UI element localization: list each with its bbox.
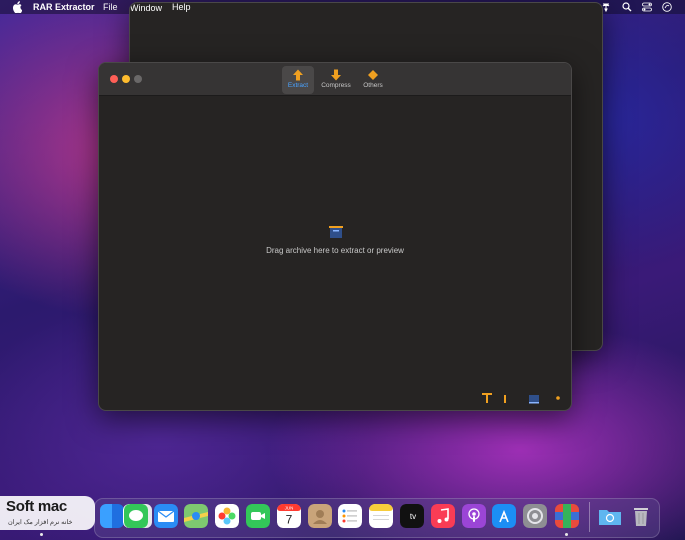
- watermark: Soft mac خانه نرم افزار مک ایران: [0, 496, 95, 530]
- extract-arrow-icon: [293, 69, 303, 81]
- minimize-window-button[interactable]: [122, 75, 130, 83]
- close-window-button[interactable]: [110, 75, 118, 83]
- dock-notes-icon[interactable]: [369, 504, 393, 528]
- menu-bar: RAR Extractor File Window Help: [0, 0, 685, 351]
- app-menu[interactable]: RAR Extractor: [33, 2, 95, 12]
- dock-app-store-icon[interactable]: [492, 504, 516, 528]
- window-titlebar[interactable]: Extract Compress Others: [99, 63, 571, 96]
- dock-calendar-icon[interactable]: JUN 7: [277, 504, 301, 528]
- apple-menu-icon[interactable]: [12, 1, 22, 13]
- tool-icon[interactable]: [481, 392, 493, 404]
- tab-others-label: Others: [363, 82, 383, 89]
- dock-downloads-folder-icon[interactable]: [598, 504, 622, 528]
- tv-label: tv: [410, 512, 416, 521]
- tab-compress-label: Compress: [321, 82, 351, 89]
- others-diamond-icon: [368, 70, 378, 80]
- dock-trash-icon[interactable]: [629, 504, 653, 528]
- tab-others[interactable]: Others: [357, 66, 389, 94]
- dock-photos-icon[interactable]: [215, 504, 239, 528]
- dock-podcasts-icon[interactable]: [462, 504, 486, 528]
- wifi-icon[interactable]: [601, 2, 611, 12]
- search-icon[interactable]: [622, 2, 632, 12]
- dock-mail-icon[interactable]: [154, 504, 178, 528]
- dock-running-indicator: [40, 533, 43, 536]
- siri-icon[interactable]: [662, 2, 672, 12]
- dock-tv-icon[interactable]: tv: [400, 504, 424, 528]
- dock-rar-extractor-icon[interactable]: [555, 504, 579, 528]
- dock-app-finder[interactable]: [100, 504, 124, 528]
- drop-zone-hint: Drag archive here to extract or preview: [266, 246, 404, 255]
- control-center-icon[interactable]: [642, 2, 652, 12]
- dock-running-indicator: [565, 533, 568, 536]
- dock-music-icon[interactable]: [431, 504, 455, 528]
- help-menu[interactable]: Help: [172, 2, 191, 12]
- watermark-subtitle: خانه نرم افزار مک ایران: [8, 519, 73, 526]
- zoom-window-button[interactable]: [134, 75, 142, 83]
- archive-icon[interactable]: [528, 392, 540, 404]
- archive-drop-icon: [329, 226, 343, 238]
- dock-separator: [589, 502, 590, 532]
- tab-extract-label: Extract: [287, 82, 309, 89]
- tab-extract[interactable]: Extract: [282, 66, 314, 94]
- progress-icon[interactable]: [499, 392, 511, 404]
- rar-extractor-window: Extract Compress Others Drag archive her…: [98, 62, 572, 411]
- dock-messages-icon[interactable]: [124, 504, 148, 528]
- dock-contacts-icon[interactable]: [308, 504, 332, 528]
- watermark-title: Soft mac: [6, 498, 67, 515]
- dock-maps-icon[interactable]: [184, 504, 208, 528]
- file-menu[interactable]: File: [103, 2, 118, 12]
- calendar-day: 7: [286, 513, 293, 527]
- compress-arrow-icon: [331, 69, 341, 81]
- settings-dot-icon[interactable]: [552, 392, 564, 404]
- calendar-month: JUN: [285, 506, 294, 511]
- dock-facetime-icon[interactable]: [246, 504, 270, 528]
- dock-system-preferences-icon[interactable]: [523, 504, 547, 528]
- tab-compress[interactable]: Compress: [319, 66, 353, 94]
- dock-reminders-icon[interactable]: [338, 504, 362, 528]
